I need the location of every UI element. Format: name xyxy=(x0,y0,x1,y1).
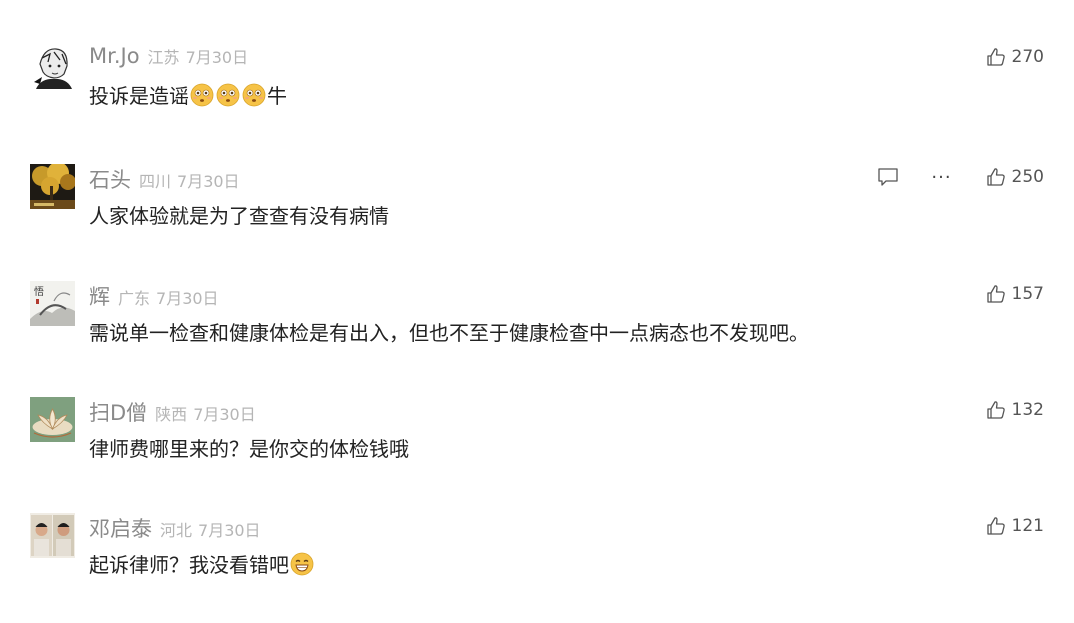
username[interactable]: 辉 xyxy=(89,281,110,311)
date: 7月30日 xyxy=(185,48,249,67)
comment-item: 邓启泰 河北 7月30日 起诉律师？我没看错吧 121 xyxy=(0,513,1074,623)
comment-actions: 157 xyxy=(986,281,1044,307)
thumbs-up-outline-icon[interactable] xyxy=(986,400,1006,420)
region: 河北 xyxy=(160,521,193,540)
username[interactable]: 石头 xyxy=(89,164,131,194)
like-count: 250 xyxy=(1011,167,1044,187)
comment-item: 扫D僧 陕西 7月30日 律师费哪里来的？是你交的体检钱哦 132 xyxy=(0,397,1074,507)
comment-text: 需说单一检查和健康体检是有出入，但也不至于健康检查中一点病态也不发现吧。 xyxy=(89,317,809,346)
comment-body: 需说单一检查和健康体检是有出入，但也不至于健康检查中一点病态也不发现吧。 xyxy=(89,321,809,345)
username[interactable]: 邓启泰 xyxy=(89,513,152,543)
comment-text: 投诉是造谣 牛 xyxy=(89,80,287,109)
comment-text: 人家体验就是为了查查有没有病情 xyxy=(89,200,389,229)
like-count: 157 xyxy=(1011,284,1044,304)
flushed-emoji-icon xyxy=(190,83,214,106)
username[interactable]: 扫D僧 xyxy=(89,397,147,427)
anime-boy-sketch-avatar xyxy=(30,44,75,89)
username[interactable]: Mr.Jo xyxy=(89,44,140,68)
avatar[interactable] xyxy=(30,164,75,209)
avatar[interactable] xyxy=(30,397,75,442)
comment-item: 石头 四川 7月30日 人家体验就是为了查查有没有病情 ··· 250 xyxy=(0,164,1074,274)
region: 四川 xyxy=(139,172,172,191)
comment-actions: 132 xyxy=(986,397,1044,423)
comment-meta: 邓启泰 河北 7月30日 xyxy=(89,513,261,541)
comment-list: Mr.Jo 江苏 7月30日 投诉是造谣 牛 270 石头 四川 7月30日 人… xyxy=(0,0,1074,608)
grinning-emoji-icon xyxy=(290,552,314,575)
comment-meta: Mr.Jo 江苏 7月30日 xyxy=(89,44,248,70)
like-count: 132 xyxy=(1011,400,1044,420)
region: 广东 xyxy=(118,289,151,308)
comment-actions: 270 xyxy=(986,44,1044,70)
comment-body: 起诉律师？我没看错吧 xyxy=(89,553,289,577)
comment-item: Mr.Jo 江苏 7月30日 投诉是造谣 牛 270 xyxy=(0,44,1074,154)
date: 7月30日 xyxy=(193,405,256,424)
comment-meta: 石头 四川 7月30日 xyxy=(89,164,240,192)
ellipsis-icon[interactable]: ··· xyxy=(931,167,951,188)
comment-text: 起诉律师？我没看错吧 xyxy=(89,549,315,578)
avatar[interactable] xyxy=(30,44,75,89)
avatar[interactable] xyxy=(30,513,75,558)
region: 江苏 xyxy=(147,48,180,67)
comment-text: 律师费哪里来的？是你交的体检钱哦 xyxy=(89,433,409,462)
date: 7月30日 xyxy=(177,172,240,191)
date: 7月30日 xyxy=(198,521,261,540)
speech-bubble-icon[interactable] xyxy=(877,166,899,188)
lotus-avatar xyxy=(30,397,75,442)
flushed-emoji-icon xyxy=(216,83,240,106)
comment-meta: 扫D僧 陕西 7月30日 xyxy=(89,397,256,425)
svg-text:悟: 悟 xyxy=(34,285,44,298)
comment-body: 律师费哪里来的？是你交的体检钱哦 xyxy=(89,437,409,461)
region: 陕西 xyxy=(155,405,188,424)
like-count: 121 xyxy=(1011,516,1044,536)
autumn-tree-avatar xyxy=(30,164,75,209)
comment-body: 人家体验就是为了查查有没有病情 xyxy=(89,204,389,228)
thumbs-up-outline-icon[interactable] xyxy=(986,47,1006,67)
thumbs-up-outline-icon[interactable] xyxy=(986,167,1006,187)
flushed-emoji-icon xyxy=(242,83,266,106)
thumbs-up-outline-icon[interactable] xyxy=(986,284,1006,304)
date: 7月30日 xyxy=(156,289,219,308)
thumbs-up-outline-icon[interactable] xyxy=(986,516,1006,536)
comment-body: 投诉是造谣 xyxy=(89,84,189,108)
comment-meta: 辉 广东 7月30日 xyxy=(89,281,219,309)
comment-actions: 121 xyxy=(986,513,1044,539)
avatar[interactable]: 悟 xyxy=(30,281,75,326)
ink-painting-avatar: 悟 xyxy=(30,281,75,326)
comment-actions: ··· 250 xyxy=(877,164,1044,190)
like-count: 270 xyxy=(1011,47,1044,67)
comment-item: 悟 辉 广东 7月30日 需说单一检查和健康体检是有出入，但也不至于健康检查中一… xyxy=(0,281,1074,391)
two-photos-avatar xyxy=(30,513,75,558)
comment-body-tail: 牛 xyxy=(267,84,287,108)
